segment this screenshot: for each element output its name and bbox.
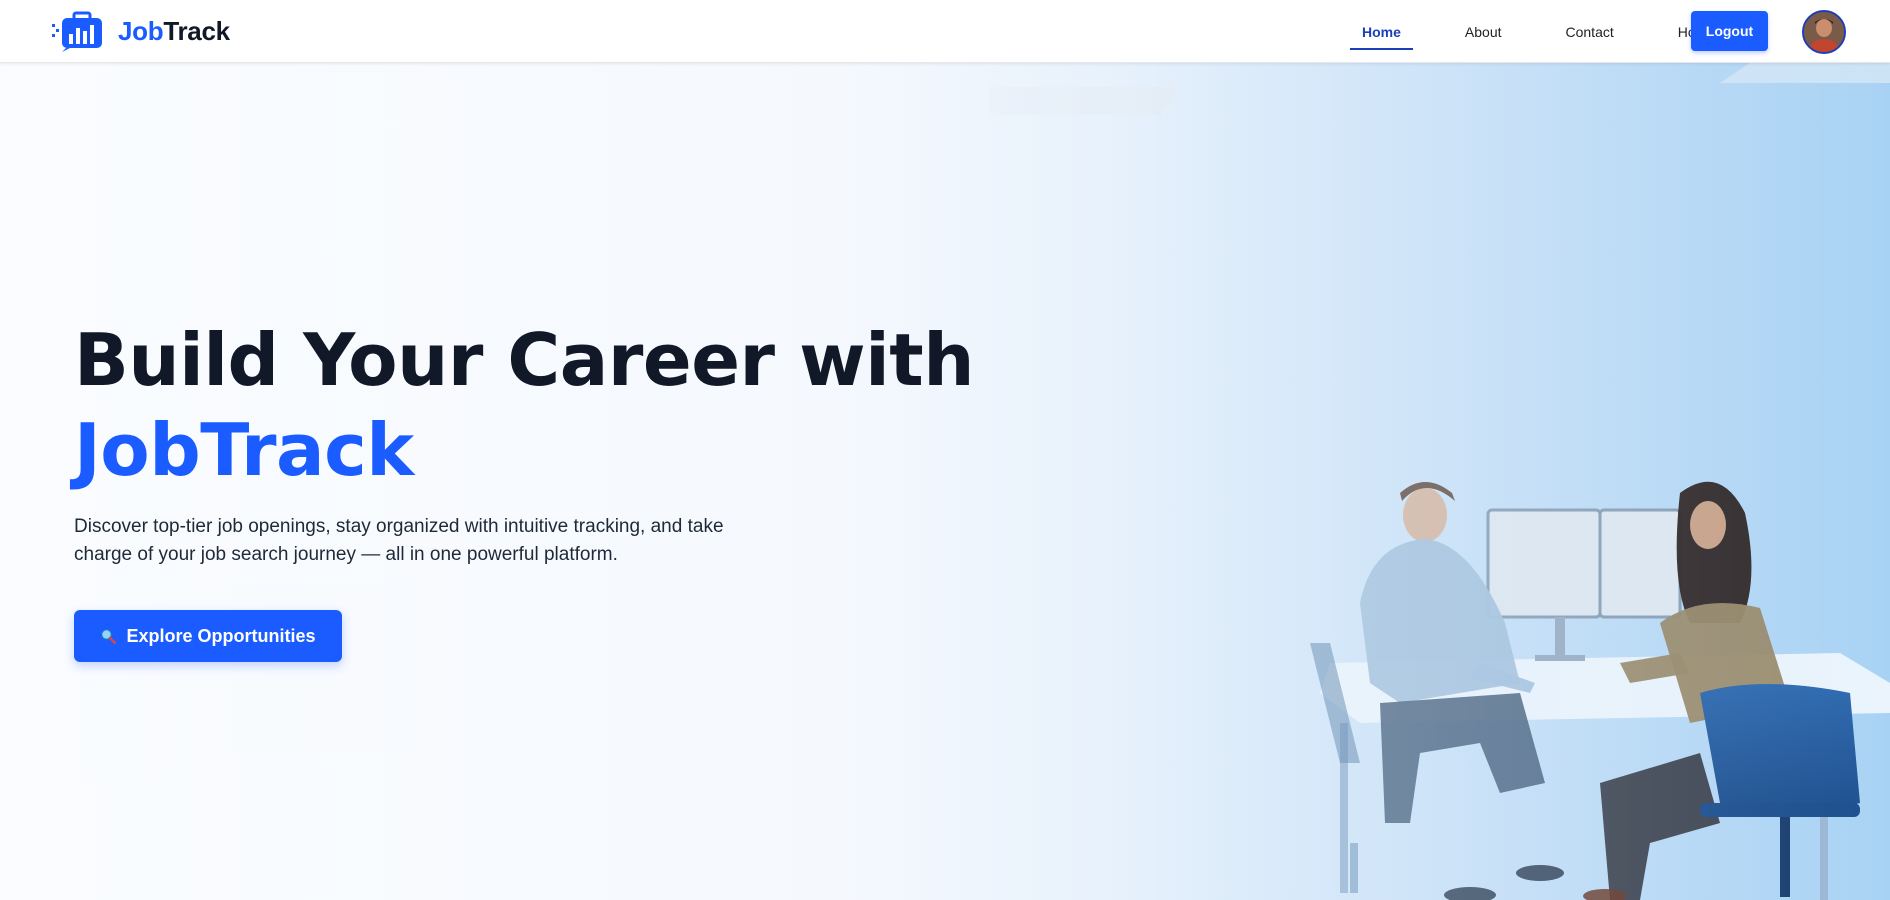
hero-section: Build Your Career with JobTrack Discover… — [0, 63, 1890, 900]
nav-link-contact[interactable]: Contact — [1554, 0, 1626, 63]
briefcase-chart-icon — [52, 11, 102, 52]
nav-link-home[interactable]: Home — [1350, 0, 1413, 63]
top-navbar: JobTrack Home About Contact Hot Jobs Log… — [0, 0, 1890, 63]
brand[interactable]: JobTrack — [50, 10, 230, 52]
brand-name: JobTrack — [118, 16, 230, 47]
explore-opportunities-button[interactable]: Explore Opportunities — [74, 610, 342, 662]
magnifier-icon — [101, 628, 117, 644]
avatar-portrait-icon — [1804, 12, 1844, 52]
user-avatar[interactable] — [1802, 10, 1846, 54]
hero-title-accent: JobTrack — [74, 408, 414, 492]
hero-title: Build Your Career with JobTrack — [74, 315, 974, 495]
brand-name-part1: Job — [118, 15, 164, 46]
hero-subtitle: Discover top-tier job openings, stay org… — [74, 516, 724, 565]
cta-label: Explore Opportunities — [126, 625, 316, 646]
hero-title-line1: Build Your Career with — [74, 318, 974, 402]
nav-link-about[interactable]: About — [1453, 0, 1514, 63]
logout-button[interactable]: Logout — [1691, 11, 1768, 51]
brand-name-part2: Track — [163, 15, 230, 46]
